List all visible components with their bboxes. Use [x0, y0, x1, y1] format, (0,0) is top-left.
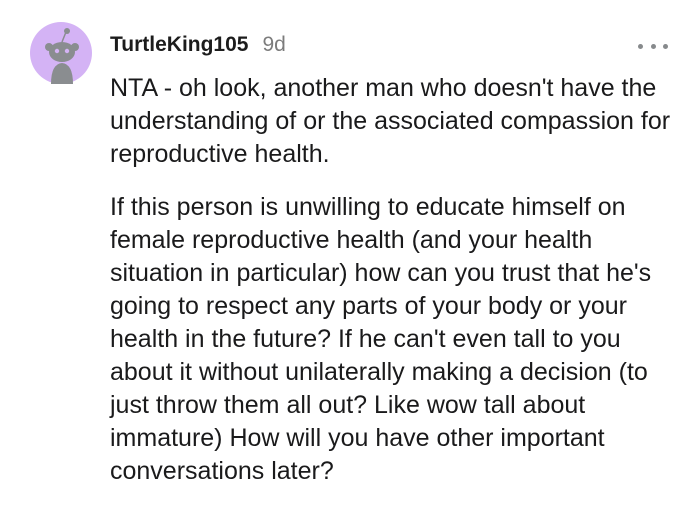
comment-header: TurtleKing105 9d: [110, 33, 286, 57]
more-options-icon: [638, 43, 643, 49]
more-options-button[interactable]: [638, 38, 668, 54]
snoo-avatar-icon: [30, 22, 92, 84]
comment-body: NTA - oh look, another man who doesn't h…: [110, 72, 680, 508]
user-avatar[interactable]: [30, 22, 92, 84]
comment-card: TurtleKing105 9d NTA - oh look, another …: [0, 0, 700, 522]
more-options-dot: [650, 43, 656, 49]
username-link[interactable]: TurtleKing105: [110, 33, 248, 57]
comment-age: 9d: [262, 33, 286, 56]
more-options-dot: [663, 43, 668, 49]
comment-paragraph: If this person is unwilling to educate h…: [110, 193, 652, 485]
comment-paragraph: NTA - oh look, another man who doesn't h…: [110, 74, 671, 168]
